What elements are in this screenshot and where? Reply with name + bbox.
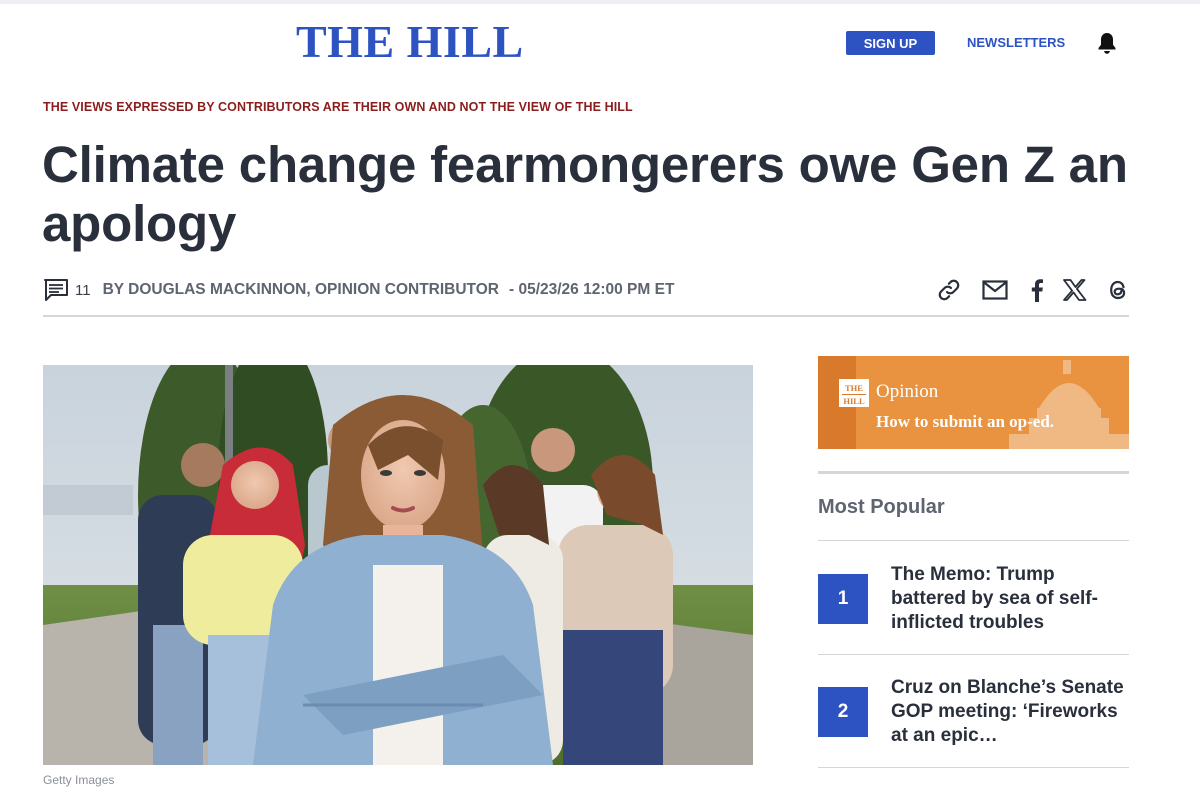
comment-icon[interactable] bbox=[43, 278, 69, 302]
comment-count[interactable]: 11 bbox=[75, 282, 91, 299]
opinion-disclaimer: THE VIEWS EXPRESSED BY CONTRIBUTORS ARE … bbox=[43, 100, 633, 114]
most-popular-heading: Most Popular bbox=[818, 496, 945, 518]
sidebar-divider bbox=[818, 471, 1129, 474]
bell-icon[interactable] bbox=[1096, 31, 1118, 55]
banner-cta[interactable]: How to submit an op-ed. bbox=[876, 412, 1054, 432]
popular-divider bbox=[818, 767, 1129, 768]
popular-rank: 1 bbox=[818, 574, 868, 624]
popular-divider bbox=[818, 540, 1129, 541]
article-headline: Climate change fearmongerers owe Gen Z a… bbox=[42, 136, 1128, 252]
banner-label: Opinion bbox=[876, 381, 939, 402]
facebook-icon[interactable] bbox=[1024, 277, 1050, 303]
popular-rank: 2 bbox=[818, 687, 868, 737]
mini-logo-bottom: HILL bbox=[843, 396, 865, 406]
site-logo[interactable]: THE HILL bbox=[296, 16, 524, 68]
image-credit: Getty Images bbox=[43, 773, 115, 787]
newsletters-link[interactable]: NEWSLETTERS bbox=[967, 35, 1065, 50]
threads-icon[interactable] bbox=[1105, 277, 1131, 303]
email-icon[interactable] bbox=[982, 277, 1008, 303]
popular-title[interactable]: The Memo: Trump battered by sea of self-… bbox=[891, 563, 1129, 635]
popular-item[interactable]: 2 Cruz on Blanche’s Senate GOP meeting: … bbox=[818, 676, 1129, 756]
popular-item[interactable]: 1 The Memo: Trump battered by sea of sel… bbox=[818, 563, 1129, 643]
article-hero-image[interactable] bbox=[43, 365, 753, 765]
mini-logo-top: THE bbox=[845, 383, 863, 393]
top-border bbox=[0, 0, 1200, 4]
the-hill-mini-logo: THE HILL bbox=[839, 379, 869, 407]
byline-divider bbox=[43, 315, 1129, 317]
byline: 11 BY DOUGLAS MACKINNON, OPINION CONTRIB… bbox=[43, 276, 674, 304]
capitol-dome-icon bbox=[1009, 360, 1129, 449]
author-name[interactable]: BY DOUGLAS MACKINNON, OPINION CONTRIBUTO… bbox=[103, 281, 499, 299]
publish-timestamp: - 05/23/26 12:00 PM ET bbox=[509, 281, 675, 298]
link-icon[interactable] bbox=[936, 277, 962, 303]
popular-divider bbox=[818, 654, 1129, 655]
sign-up-button[interactable]: SIGN UP bbox=[846, 31, 935, 55]
opinion-submit-banner[interactable]: THE HILL Opinion How to submit an op-ed. bbox=[818, 356, 1129, 449]
x-icon[interactable] bbox=[1062, 277, 1088, 303]
popular-title[interactable]: Cruz on Blanche’s Senate GOP meeting: ‘F… bbox=[891, 676, 1129, 748]
